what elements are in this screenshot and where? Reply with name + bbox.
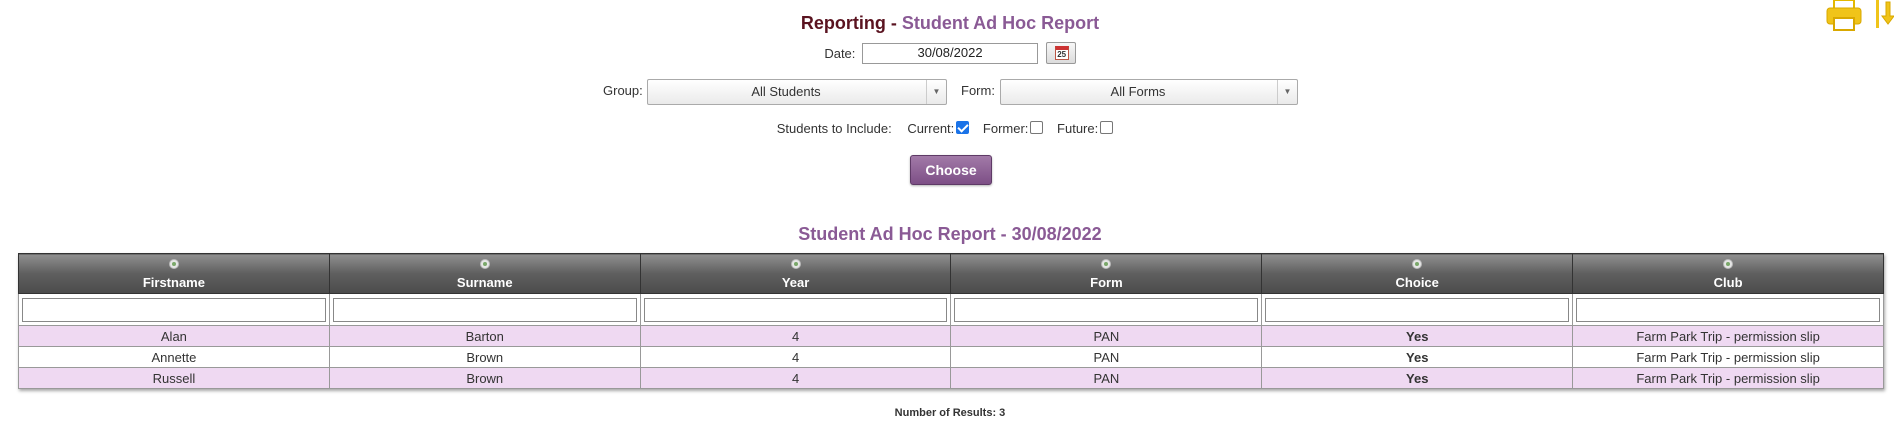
column-header-label: Club (1713, 275, 1743, 290)
table-cell-club: Farm Park Trip - permission slip (1572, 367, 1884, 389)
table-cell-form: PAN (950, 346, 1263, 368)
table-cell-firstname: Alan (18, 325, 330, 347)
current-label: Current: (907, 121, 955, 137)
column-header-choice[interactable]: Choice (1261, 253, 1574, 294)
column-header-label: Firstname (142, 275, 205, 290)
column-header-surname[interactable]: Surname (328, 253, 641, 294)
table-cell-surname: Barton (328, 325, 641, 347)
students-include-row: Students to Include: Current: Former: Fu… (0, 120, 1894, 136)
calendar-icon: 25 (1054, 46, 1069, 60)
report-title: Student Ad Hoc Report - 30/08/2022 (798, 224, 1102, 244)
table-cell-choice: Yes (1261, 367, 1574, 389)
column-header-firstname[interactable]: Firstname (18, 253, 330, 294)
form-select-value: All Forms (1110, 84, 1166, 99)
table-cell-choice: Yes (1261, 346, 1574, 368)
column-header-label: Year (781, 275, 810, 290)
form-select[interactable]: All Forms ▼ (1000, 79, 1298, 105)
filter-input-club[interactable] (1576, 297, 1880, 322)
column-header-label: Surname (456, 275, 513, 290)
page-title-prefix: Reporting - (800, 13, 902, 33)
table-cell-choice: Yes (1261, 325, 1574, 347)
table-cell-club: Farm Park Trip - permission slip (1572, 325, 1884, 347)
table-header-row: Firstname Surname Year Form Choice Club (18, 253, 1884, 294)
table-cell-club: Farm Park Trip - permission slip (1572, 346, 1884, 368)
filter-input-year[interactable] (643, 297, 948, 322)
table-cell-firstname: Russell (18, 367, 330, 389)
group-select[interactable]: All Students ▼ (647, 79, 947, 105)
filter-cell (328, 293, 641, 326)
page-title: Reporting - Student Ad Hoc Report (0, 13, 1894, 34)
filter-input-firstname[interactable] (22, 297, 326, 322)
sort-icon (1723, 259, 1734, 269)
filter-cell (1261, 293, 1574, 326)
column-header-label: Form (1090, 275, 1123, 290)
column-header-club[interactable]: Club (1572, 253, 1884, 294)
table-row[interactable]: Annette Brown 4 PAN Yes Farm Park Trip -… (18, 346, 1884, 368)
page-title-report-name: Student Ad Hoc Report (901, 13, 1100, 33)
chevron-down-icon: ▼ (1277, 80, 1297, 104)
table-cell-form: PAN (950, 367, 1263, 389)
table-row[interactable]: Russell Brown 4 PAN Yes Farm Park Trip -… (18, 367, 1884, 389)
table-cell-surname: Brown (328, 367, 641, 389)
former-label: Former: (982, 121, 1029, 137)
table-cell-form: PAN (950, 325, 1263, 347)
calendar-button[interactable]: 25 (1045, 42, 1076, 64)
table-row[interactable]: Alan Barton 4 PAN Yes Farm Park Trip - p… (18, 325, 1884, 347)
sort-icon (1101, 259, 1112, 269)
date-row: Date: 30/08/2022 25 (0, 42, 1894, 64)
sort-icon (168, 259, 179, 269)
future-label: Future: (1057, 121, 1099, 137)
filter-row (18, 293, 1884, 326)
filter-cell (18, 293, 330, 326)
table-cell-year: 4 (639, 325, 952, 347)
filter-cell (1572, 293, 1884, 326)
table-cell-year: 4 (639, 367, 952, 389)
form-label: Form: (961, 83, 995, 98)
results-count: Number of Results: 3 (894, 407, 1006, 419)
include-label: Students to Include: (776, 121, 892, 137)
chevron-down-icon: ▼ (926, 80, 946, 104)
results-table: Firstname Surname Year Form Choice Club … (18, 253, 1884, 389)
table-cell-year: 4 (639, 346, 952, 368)
filter-input-form[interactable] (954, 297, 1259, 322)
filter-cell (950, 293, 1263, 326)
filter-input-surname[interactable] (332, 297, 637, 322)
filter-cell (639, 293, 952, 326)
future-checkbox[interactable] (1100, 121, 1114, 135)
sort-icon (479, 259, 490, 269)
group-label: Group: (603, 83, 643, 98)
table-cell-firstname: Annette (18, 346, 330, 368)
date-input[interactable]: 30/08/2022 (862, 42, 1039, 64)
table-cell-surname: Brown (328, 346, 641, 368)
choose-button[interactable]: Choose (910, 155, 992, 185)
column-header-form[interactable]: Form (950, 253, 1263, 294)
group-select-value: All Students (751, 84, 821, 99)
date-label: Date: (824, 45, 856, 61)
sort-icon (790, 259, 801, 269)
sort-icon (1412, 259, 1423, 269)
former-checkbox[interactable] (1030, 121, 1044, 135)
filter-input-choice[interactable] (1265, 297, 1570, 322)
column-header-label: Choice (1395, 275, 1439, 290)
current-checkbox[interactable] (956, 121, 970, 135)
column-header-year[interactable]: Year (639, 253, 952, 294)
